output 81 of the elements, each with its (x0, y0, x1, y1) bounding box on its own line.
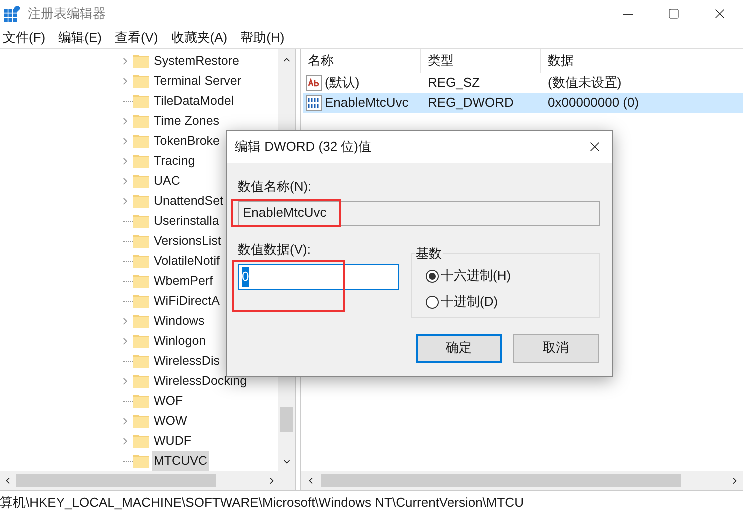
folder-icon (133, 134, 149, 148)
value-type: REG_DWORD (427, 94, 515, 112)
menu-item[interactable]: 帮助(H) (238, 28, 288, 48)
string-value-icon (306, 75, 322, 91)
value-name: EnableMtcUvc (325, 94, 409, 112)
scroll-thumb[interactable] (280, 407, 293, 432)
app-icon (4, 6, 20, 22)
registry-value-row[interactable]: EnableMtcUvc REG_DWORD 0x00000000 (0) (303, 93, 743, 113)
tree-item[interactable]: Time Zones (152, 111, 222, 131)
folder-icon (133, 94, 149, 108)
tree-item[interactable]: Tracing (152, 151, 198, 171)
maximize-icon (668, 8, 680, 20)
folder-icon (133, 354, 149, 368)
binary-value-icon (306, 95, 322, 111)
tree-item[interactable]: WOF (152, 391, 186, 411)
radio-button[interactable] (426, 296, 439, 308)
value-type: REG_SZ (427, 74, 482, 92)
tree-item[interactable]: Windows (152, 311, 207, 331)
folder-icon (133, 54, 149, 68)
tree-item[interactable]: VolatileNotif (152, 251, 222, 271)
value-name: (默认) (325, 74, 360, 92)
tree-item[interactable]: Userinstalla (152, 211, 222, 231)
folder-icon (133, 114, 149, 128)
value-data: (数值未设置) (547, 74, 623, 92)
window-title: 注册表编辑器 (28, 5, 106, 24)
tree-item[interactable]: TokenBroke (152, 131, 222, 151)
column-header[interactable]: 数据 (541, 49, 743, 73)
menu-item[interactable]: 查看(V) (112, 28, 162, 48)
folder-icon (133, 394, 149, 408)
dialog-button[interactable]: 取消 (513, 334, 599, 362)
radio-option[interactable]: 十进制(D) (426, 289, 585, 315)
value-name-field: EnableMtcUvc (238, 200, 600, 226)
menu-item[interactable]: 文件(F) (0, 28, 49, 48)
folder-icon (133, 154, 149, 168)
folder-icon (133, 414, 149, 428)
field-label: 数值名称(N): (238, 178, 313, 196)
folder-icon (133, 234, 149, 248)
folder-icon (133, 74, 149, 88)
menu-item[interactable]: 编辑(E) (56, 28, 105, 48)
folder-icon (133, 274, 149, 288)
column-header[interactable]: 名称 (301, 49, 421, 73)
tree-item[interactable]: WirelessDocking (152, 371, 250, 391)
scroll-thumb[interactable] (16, 474, 216, 487)
tree-item[interactable]: VersionsList (152, 231, 224, 251)
tree-item[interactable]: MTCUVC (152, 451, 210, 471)
status-bar-path: 算机\HKEY_LOCAL_MACHINE\SOFTWARE\Microsoft\Windows NT\CurrentVersion\MTCU (0, 494, 524, 512)
tree-item[interactable]: TileDataModel (152, 91, 236, 111)
radio-option[interactable]: 十六进制(H) (426, 263, 585, 289)
folder-icon (133, 314, 149, 328)
folder-icon (133, 174, 149, 188)
scroll-thumb[interactable] (321, 474, 681, 487)
value-data: 0x00000000 (0) (547, 94, 640, 112)
tree-item[interactable]: Winlogon (152, 331, 208, 351)
radio-button[interactable] (426, 270, 439, 282)
folder-icon (133, 214, 149, 228)
dialog-button[interactable]: 确定 (416, 334, 502, 362)
value-data-field[interactable]: 0 (238, 264, 399, 290)
tree-item[interactable]: UnattendSet (152, 191, 226, 211)
horizontal-scrollbar[interactable] (301, 471, 743, 490)
folder-icon (133, 454, 149, 468)
folder-icon (133, 434, 149, 448)
tree-item[interactable]: WOW (152, 411, 190, 431)
menu-item[interactable]: 收藏夹(A) (168, 28, 231, 48)
group-label: 基数 (415, 244, 443, 262)
horizontal-scrollbar[interactable] (0, 471, 295, 490)
column-header[interactable]: 类型 (421, 49, 541, 73)
tree-item[interactable]: WirelessDis (152, 351, 222, 371)
tree-item[interactable]: WUDF (152, 431, 194, 451)
dialog-title: 编辑 DWORD (32 位)值 (235, 138, 372, 156)
registry-value-row[interactable]: (默认) REG_SZ (数值未设置) (303, 73, 743, 93)
tree-item[interactable]: WbemPerf (152, 271, 216, 291)
tree-item[interactable]: SystemRestore (152, 51, 242, 71)
tree-item[interactable]: UAC (152, 171, 182, 191)
field-label: 数值数据(V): (238, 240, 312, 259)
tree-item[interactable]: WiFiDirectA (152, 291, 222, 311)
folder-icon (133, 374, 149, 388)
folder-icon (133, 334, 149, 348)
folder-icon (133, 294, 149, 308)
folder-icon (133, 194, 149, 208)
folder-icon (133, 254, 149, 268)
tree-item[interactable]: Terminal Server (152, 71, 244, 91)
